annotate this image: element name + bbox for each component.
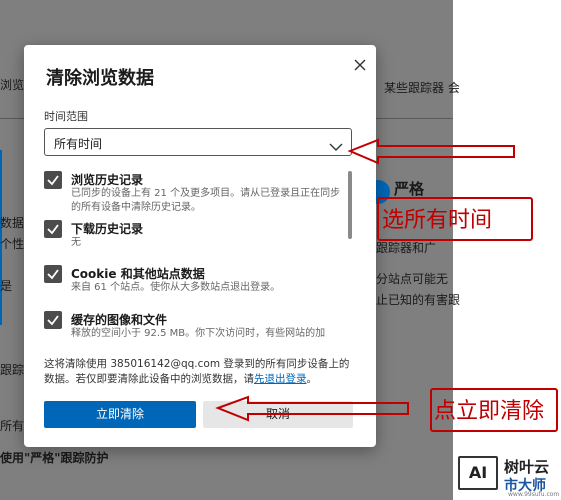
logo-url: www.99sufu.com: [508, 491, 560, 498]
annotation-click-clear: 点立即清除: [434, 399, 545, 424]
logo-mark: AI: [458, 456, 498, 490]
arrow-to-clear-button: [215, 395, 409, 422]
annotation-select-all-time: 选所有时间: [382, 208, 493, 233]
arrow-to-time-range: [347, 138, 515, 165]
watermark-logo: AI 树叶云 市大师 www.99sufu.com: [458, 452, 560, 498]
logo-line1: 树叶云: [504, 458, 550, 476]
